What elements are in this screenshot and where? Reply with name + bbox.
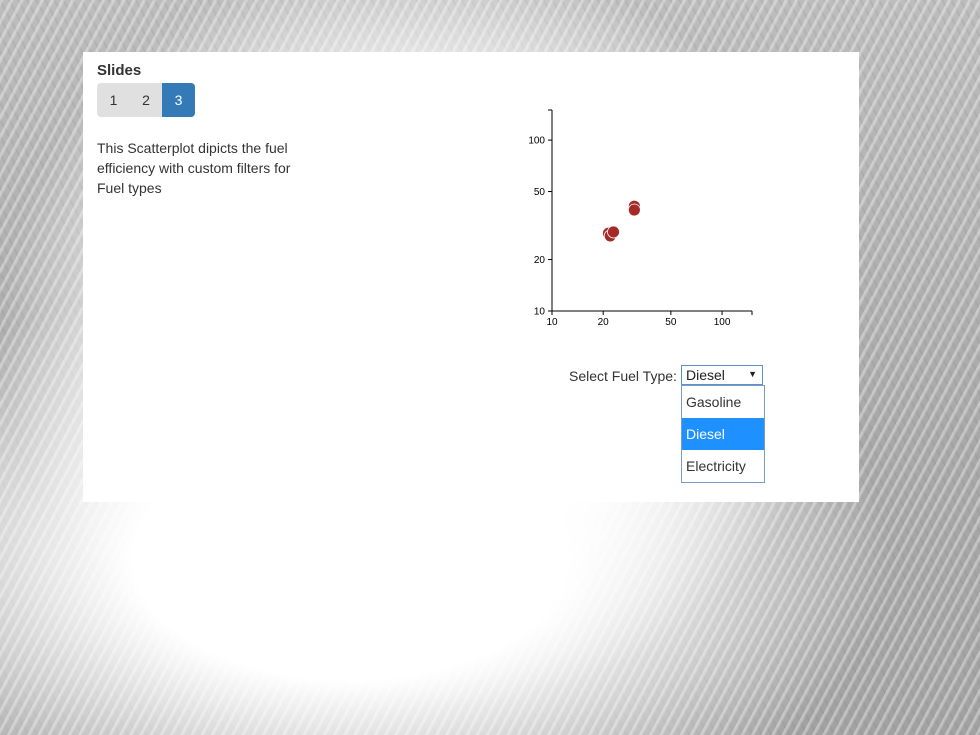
chart-axes: 10 20 50 100 10 20 50 100 — [528, 109, 753, 328]
slide-page-2-button[interactable]: 2 — [130, 83, 162, 117]
x-tick-label: 50 — [665, 317, 677, 328]
fuel-type-selected-value: Diesel — [686, 367, 725, 383]
slides-title: Slides — [97, 62, 142, 79]
fuel-type-select[interactable]: Diesel ▼ — [681, 365, 763, 385]
dropdown-arrow-icon: ▼ — [748, 369, 757, 379]
slide-description: This Scatterplot dipicts the fuel effici… — [97, 140, 291, 196]
x-tick-label: 20 — [598, 317, 610, 328]
y-tick-label: 20 — [534, 255, 546, 266]
x-tick-label: 10 — [546, 317, 558, 328]
x-tick-label: 100 — [714, 317, 731, 328]
scatter-point — [607, 225, 620, 239]
content-panel: Slides 1 2 3 This Scatterplot dipicts th… — [83, 52, 859, 502]
slides-pager: 1 2 3 — [97, 83, 195, 117]
fuel-type-label: Select Fuel Type: — [569, 368, 677, 384]
y-tick-label: 10 — [534, 307, 546, 318]
fuel-option-gasoline[interactable]: Gasoline — [682, 386, 764, 418]
fuel-option-electricity[interactable]: Electricity — [682, 450, 764, 482]
slide-page-3-button[interactable]: 3 — [162, 83, 195, 117]
scatterplot-chart: 10 20 50 100 10 20 50 100 — [528, 109, 753, 328]
y-tick-label: 100 — [528, 136, 545, 147]
fuel-type-options: Gasoline Diesel Electricity — [681, 385, 765, 483]
chart-points — [602, 199, 641, 243]
slide-page-1-button[interactable]: 1 — [97, 83, 130, 117]
y-tick-label: 50 — [534, 187, 546, 198]
fuel-option-diesel[interactable]: Diesel — [682, 418, 764, 450]
scatter-point — [627, 203, 641, 217]
